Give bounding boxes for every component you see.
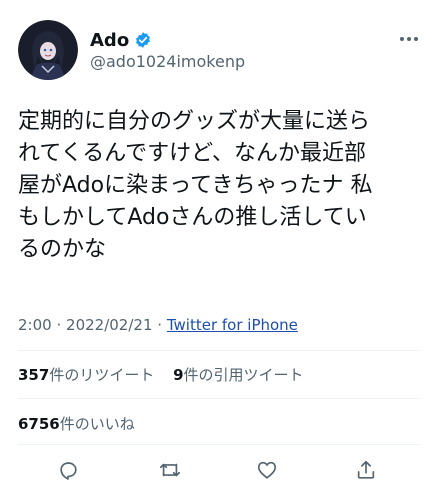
reply-button[interactable] <box>55 457 81 483</box>
retweets-count: 357 <box>18 366 50 384</box>
tweet-text-line: るのかな <box>18 237 107 262</box>
meta-separator: · <box>157 316 163 334</box>
tweet-text-line: 屋がAdoに染まってきちゃったナ 私 <box>18 173 373 198</box>
more-horizontal-icon <box>400 37 418 41</box>
tweet-source-link[interactable]: Twitter for iPhone <box>167 316 298 334</box>
retweet-button[interactable] <box>157 457 183 483</box>
like-stats: 6756件のいいね <box>18 413 149 434</box>
verified-badge-icon <box>134 31 152 49</box>
quotes-count: 9 <box>173 366 184 384</box>
divider <box>18 350 420 351</box>
avatar[interactable] <box>18 20 78 80</box>
quotes-label: 件の引用ツイート <box>183 366 304 384</box>
retweets-stat[interactable]: 357件のリツイート <box>18 366 154 384</box>
divider <box>18 398 420 399</box>
author-name-row: Ado <box>90 27 152 53</box>
more-options-button[interactable] <box>396 29 422 49</box>
retweet-stats: 357件のリツイート 9件の引用ツイート <box>18 364 318 385</box>
likes-count: 6756 <box>18 415 60 433</box>
tweet-date[interactable]: 2022/02/21 <box>66 316 152 334</box>
meta-separator: · <box>56 316 62 334</box>
share-button[interactable] <box>353 457 379 483</box>
reply-icon <box>60 462 77 480</box>
like-icon <box>257 461 277 479</box>
author-display-name[interactable]: Ado <box>90 30 129 51</box>
quotes-stat[interactable]: 9件の引用ツイート <box>173 366 303 384</box>
author-handle[interactable]: @ado1024imokenp <box>90 52 245 71</box>
likes-label: 件のいいね <box>59 415 135 433</box>
likes-stat[interactable]: 6756件のいいね <box>18 415 135 433</box>
tweet-text-line: 定期的に自分のグッズが大量に送ら <box>18 109 371 134</box>
like-button[interactable] <box>254 457 280 483</box>
tweet-time[interactable]: 2:00 <box>18 316 52 334</box>
tweet-text-line: れてくるんですけど、なんか最近部 <box>18 141 367 166</box>
divider <box>18 444 420 445</box>
retweet-icon <box>160 463 180 477</box>
share-icon <box>357 460 375 479</box>
tweet-meta: 2:00 · 2022/02/21 · Twitter for iPhone <box>18 316 298 334</box>
tweet-text: 定期的に自分のグッズが大量に送ら れてくるんですけど、なんか最近部 屋がAdoに… <box>18 106 423 266</box>
retweets-label: 件のリツイート <box>49 366 155 384</box>
action-bar <box>0 454 438 484</box>
tweet-text-line: もしかしてAdoさんの推し活してい <box>18 205 367 230</box>
